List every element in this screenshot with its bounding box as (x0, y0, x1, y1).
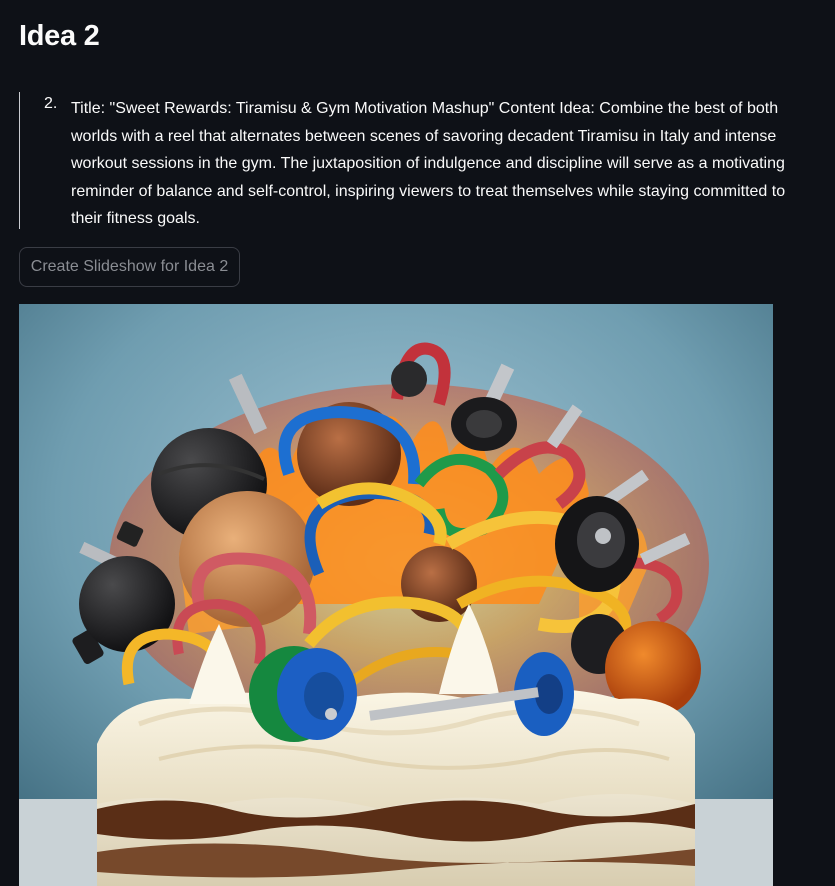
create-slideshow-button[interactable]: Create Slideshow for Idea 2 (19, 247, 240, 287)
page-title: Idea 2 (19, 20, 100, 52)
idea-list-number: 2. (44, 95, 58, 112)
idea-blockquote: 2. Title: "Sweet Rewards: Tiramisu & Gym… (19, 92, 799, 229)
tiramisu-gym-illustration (19, 304, 773, 886)
idea-description: Title: "Sweet Rewards: Tiramisu & Gym Mo… (71, 100, 786, 227)
generated-image (19, 304, 773, 886)
page: Idea 2 2. Title: "Sweet Rewards: Tiramis… (0, 0, 835, 886)
